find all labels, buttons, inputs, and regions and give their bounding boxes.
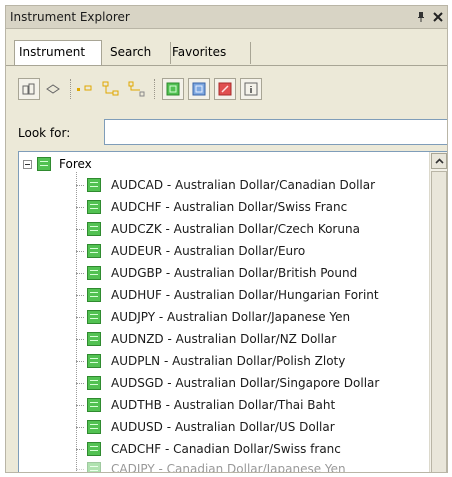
chevron-up-icon <box>434 158 444 164</box>
tree-connector <box>76 316 84 318</box>
tree-item-label: AUDGBP - Australian Dollar/British Pound <box>111 266 358 280</box>
list-view-icon[interactable] <box>42 78 64 100</box>
tree-connector <box>76 338 84 340</box>
instrument-icon <box>87 266 101 280</box>
instrument-tree: Forex AUDCAD - Australian Dollar/Canadia… <box>18 151 447 473</box>
tree-item-label: AUDJPY - Australian Dollar/Japanese Yen <box>111 310 351 324</box>
instrument-icon <box>87 354 101 368</box>
collapse-tree-icon[interactable] <box>100 78 122 100</box>
tab-search[interactable]: Search <box>106 42 171 64</box>
add-instrument-icon[interactable] <box>162 78 184 100</box>
info-icon[interactable] <box>240 78 262 100</box>
tree-node-label: Forex <box>59 157 92 171</box>
tree-item[interactable]: AUDCHF - Australian Dollar/Swiss Franc <box>76 198 347 216</box>
tree-item[interactable]: AUDSGD - Australian Dollar/Singapore Dol… <box>76 374 379 392</box>
tab-label: Favorites <box>172 45 227 59</box>
title-bar: Instrument Explorer <box>6 6 447 29</box>
edit-instrument-icon[interactable] <box>188 78 210 100</box>
tree-item[interactable]: AUDCZK - Australian Dollar/Czech Koruna <box>76 220 360 238</box>
tree-item[interactable]: AUDHUF - Australian Dollar/Hungarian For… <box>76 286 379 304</box>
instrument-icon <box>87 244 101 258</box>
instrument-icon <box>87 376 101 390</box>
tree-connector <box>76 382 84 384</box>
tree-connector <box>76 250 84 252</box>
window-title: Instrument Explorer <box>10 10 130 24</box>
look-for-input[interactable] <box>104 119 447 145</box>
grid-view-icon[interactable] <box>18 78 40 100</box>
tree-item[interactable]: AUDNZD - Australian Dollar/NZ Dollar <box>76 330 336 348</box>
tree-connector <box>76 360 84 362</box>
tree-connector <box>76 206 84 208</box>
instrument-icon <box>87 310 101 324</box>
tree-item[interactable]: CADCHF - Canadian Dollar/Swiss franc <box>76 440 341 458</box>
instrument-explorer-panel: Instrument Explorer Instrument Search Fa… <box>5 5 448 473</box>
instrument-icon <box>87 420 101 434</box>
tree-item-label: AUDCAD - Australian Dollar/Canadian Doll… <box>111 178 376 192</box>
tree-item-label: AUDPLN - Australian Dollar/Polish Zloty <box>111 354 346 368</box>
tab-favorites[interactable]: Favorites <box>168 42 251 64</box>
group-tree-icon[interactable] <box>126 78 148 100</box>
tree-connector <box>76 448 84 450</box>
tree-item-label: AUDEUR - Australian Dollar/Euro <box>111 244 306 258</box>
tab-label: Search <box>110 45 152 59</box>
tree-node-forex[interactable]: Forex <box>23 155 92 173</box>
tree-connector <box>76 184 84 186</box>
tab-label: Instrument <box>19 45 86 59</box>
toolbar <box>12 76 442 104</box>
tree-item-label: AUDHUF - Australian Dollar/Hungarian For… <box>111 288 379 302</box>
tree-item[interactable]: AUDGBP - Australian Dollar/British Pound <box>76 264 357 282</box>
scroll-up-button[interactable] <box>431 153 447 169</box>
scrollbar-thumb[interactable] <box>431 171 447 472</box>
tree-item-label: CADJPY - Canadian Dollar/Japanese Yen <box>111 462 346 473</box>
pin-icon[interactable] <box>413 9 429 25</box>
instrument-group-icon <box>37 157 51 171</box>
instrument-icon <box>87 200 101 214</box>
tree-item[interactable]: AUDEUR - Australian Dollar/Euro <box>76 242 305 260</box>
close-icon[interactable] <box>430 9 446 25</box>
tree-item[interactable]: AUDPLN - Australian Dollar/Polish Zloty <box>76 352 345 370</box>
instrument-icon <box>87 288 101 302</box>
tree-item-label: AUDCHF - Australian Dollar/Swiss Franc <box>111 200 348 214</box>
tab-strip: Instrument Search Favorites <box>14 40 447 66</box>
tab-instrument[interactable]: Instrument <box>14 40 102 66</box>
expand-tree-icon[interactable] <box>74 78 96 100</box>
instrument-icon <box>87 398 101 412</box>
instrument-icon <box>87 178 101 192</box>
tree-item[interactable]: AUDTHB - Australian Dollar/Thai Baht <box>76 396 335 414</box>
toolbar-separator <box>70 79 71 99</box>
tree-item-label: CADCHF - Canadian Dollar/Swiss franc <box>111 442 341 456</box>
tree-connector <box>76 468 84 470</box>
tree-item-label: AUDTHB - Australian Dollar/Thai Baht <box>111 398 336 412</box>
collapse-icon[interactable] <box>23 159 32 169</box>
tree-item[interactable]: AUDJPY - Australian Dollar/Japanese Yen <box>76 308 350 326</box>
tree-item[interactable]: CADJPY - Canadian Dollar/Japanese Yen <box>76 460 346 473</box>
instrument-icon <box>87 332 101 346</box>
look-for-label: Look for: <box>18 126 71 140</box>
vertical-scrollbar[interactable] <box>429 152 447 472</box>
delete-instrument-icon[interactable] <box>214 78 236 100</box>
tree-item-label: AUDUSD - Australian Dollar/US Dollar <box>111 420 335 434</box>
toolbar-separator <box>154 79 155 99</box>
tree-item[interactable]: AUDCAD - Australian Dollar/Canadian Doll… <box>76 176 375 194</box>
tree-connector <box>76 404 84 406</box>
tree-item[interactable]: AUDUSD - Australian Dollar/US Dollar <box>76 418 335 436</box>
tree-item-label: AUDNZD - Australian Dollar/NZ Dollar <box>111 332 337 346</box>
instrument-icon <box>87 222 101 236</box>
tab-divider <box>6 65 447 66</box>
tree-connector <box>76 294 84 296</box>
instrument-icon <box>87 462 101 472</box>
tree-connector <box>76 228 84 230</box>
tree-connector <box>76 426 84 428</box>
tree-connector <box>76 272 84 274</box>
tree-item-label: AUDCZK - Australian Dollar/Czech Koruna <box>111 222 360 236</box>
instrument-icon <box>87 442 101 456</box>
tree-item-label: AUDSGD - Australian Dollar/Singapore Dol… <box>111 376 380 390</box>
